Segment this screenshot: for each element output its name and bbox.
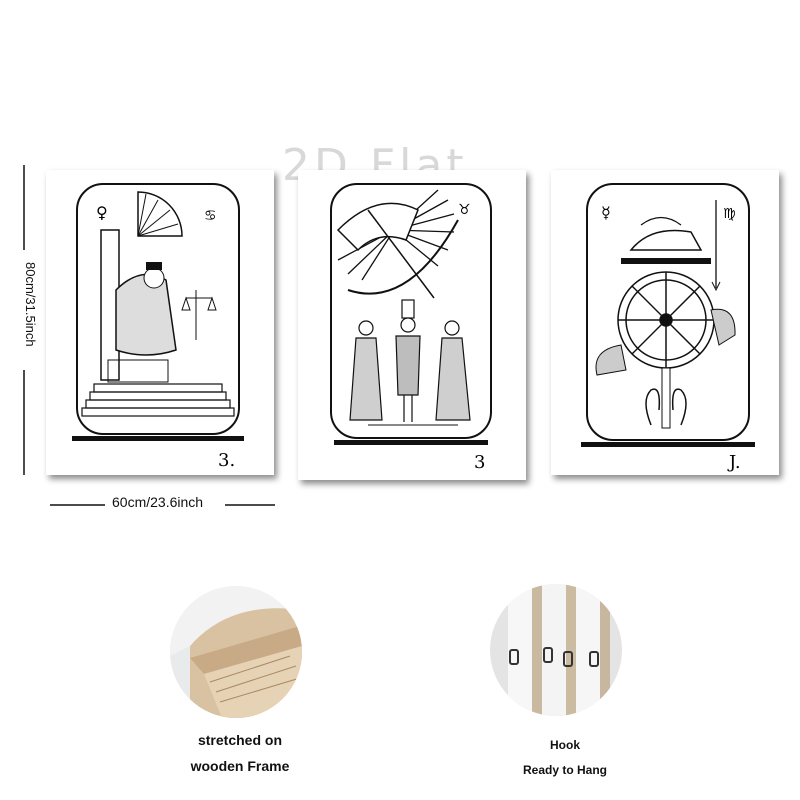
canvas-panel-3: ☿ ♍ J.: [551, 170, 779, 475]
hook-caption-line2: Ready to Hang: [522, 763, 607, 777]
signature-3: J.: [727, 452, 741, 473]
canvas-panel-2: ♉ 3: [298, 170, 526, 480]
signature-1: 3.: [218, 450, 235, 471]
canvas-panel-1: ♀ ♋ 3.: [46, 170, 274, 475]
frame-caption-line1: stretched on: [197, 732, 282, 748]
hook-caption-line1: Hook: [550, 738, 580, 752]
width-label: 60cm/23.6inch: [112, 494, 204, 510]
venus-symbol: ♀: [96, 203, 108, 222]
tarot-card-lovers-art: ♉ 3: [330, 183, 492, 473]
frame-caption-line2: wooden Frame: [190, 758, 290, 774]
cancer-symbol: ♋: [204, 208, 217, 224]
wooden-frame-detail-image: [170, 586, 302, 718]
tarot-card-justice-art: ♀ ♋ 3.: [72, 183, 244, 471]
virgo-symbol: ♍: [723, 206, 736, 222]
hook-detail-image: [490, 584, 622, 716]
taurus-symbol: ♉: [458, 202, 471, 218]
mercury-symbol: ☿: [601, 203, 611, 222]
height-label: 80cm/31.5inch: [23, 262, 38, 347]
tarot-card-wheel-art: ☿ ♍ J.: [581, 183, 755, 473]
signature-2: 3: [474, 452, 485, 473]
